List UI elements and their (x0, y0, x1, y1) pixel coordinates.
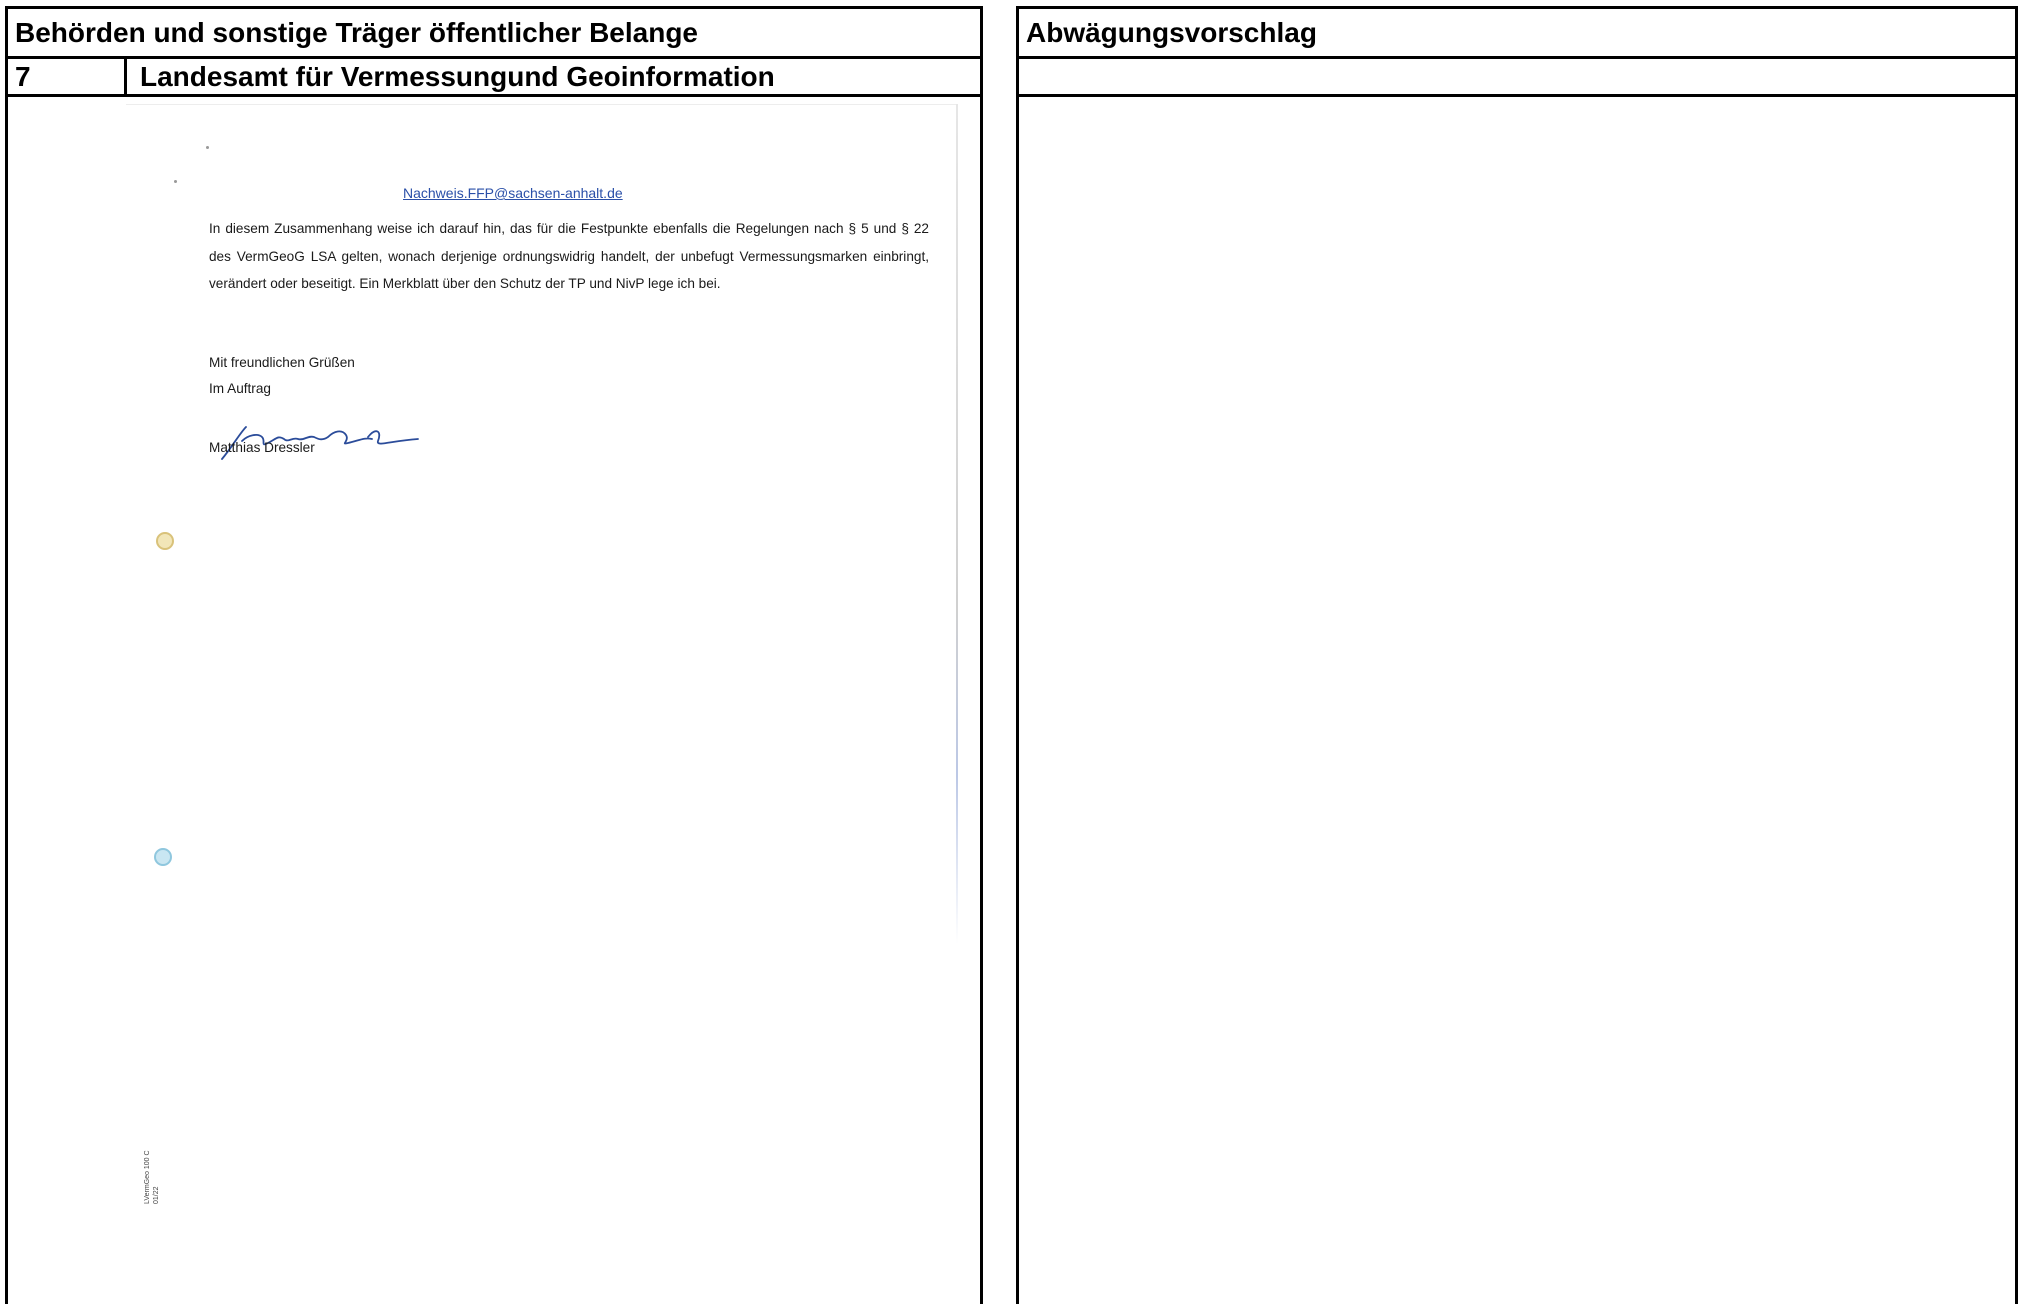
assessment-row-title (1019, 59, 1032, 94)
punch-hole (156, 532, 174, 550)
form-code: LVermGeo 100 C 01/22 (143, 1150, 161, 1204)
submission-row-header: 7 Landesamt für Vermessungund Geoinforma… (8, 59, 980, 97)
form-code-date: 01/22 (153, 1186, 160, 1204)
scan-speck (206, 146, 209, 149)
scan-top-edge (126, 104, 958, 105)
form-code-number: LVermGeo 100 C (144, 1150, 151, 1204)
punch-hole (154, 848, 172, 866)
assessment-row-header (1019, 59, 2015, 97)
submission-header: Behörden und sonstige Träger öffentliche… (8, 9, 980, 59)
assessment-panel: Abwägungsvorschlag (1016, 6, 2018, 1304)
letter-paragraph: In diesem Zusammenhang weise ich darauf … (209, 221, 929, 291)
row-title: Landesamt für Vermessungund Geoinformati… (140, 61, 775, 92)
email-link[interactable]: Nachweis.FFP@sachsen-anhalt.de (403, 185, 623, 201)
scan-speck (174, 180, 177, 183)
letter-closing-2: Im Auftrag (209, 381, 271, 396)
letter-closing: Mit freundlichen Grüßen (209, 355, 355, 370)
signer-name: Matthias Dressler (209, 440, 315, 455)
assessment-header: Abwägungsvorschlag (1019, 9, 2015, 59)
scan-right-edge (956, 104, 958, 944)
row-number: 7 (8, 59, 127, 94)
scanned-letter: Nachweis.FFP@sachsen-anhalt.de In diesem… (126, 104, 958, 1304)
